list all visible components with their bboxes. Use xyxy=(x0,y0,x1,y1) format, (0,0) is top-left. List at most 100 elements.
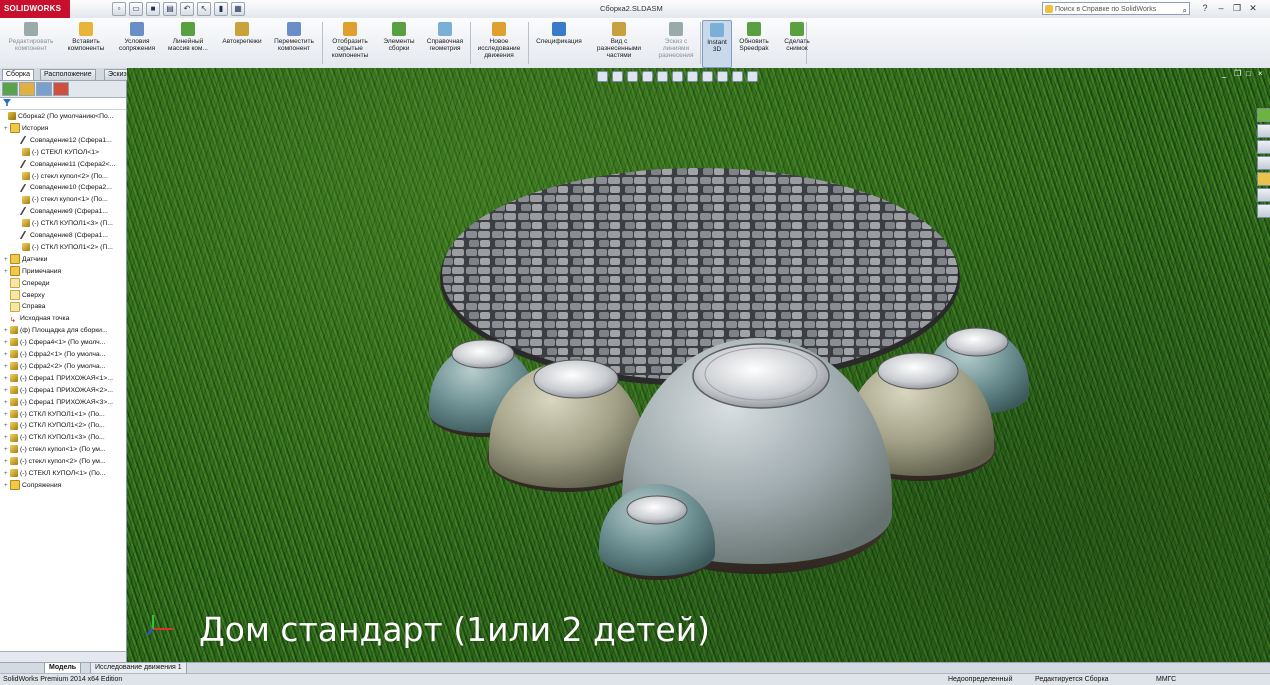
tree-item[interactable]: + (-) Сфера1 ПРИХОЖАЯ<2>... xyxy=(0,385,113,397)
apply-scene-icon[interactable] xyxy=(732,71,743,82)
new-document-icon[interactable]: ▫ xyxy=(112,2,126,16)
part-icon xyxy=(10,469,18,478)
help-icon[interactable]: ? xyxy=(1198,2,1212,15)
solidworks-logo[interactable]: SOLIDWORKS xyxy=(0,0,70,18)
solidworks-resources-icon[interactable] xyxy=(1257,108,1270,122)
status-units[interactable]: ММГС xyxy=(1156,674,1176,685)
view-orientation-icon[interactable] xyxy=(672,71,683,82)
command-button-14[interactable]: Обновить Speedpak xyxy=(734,20,774,66)
tree-filter[interactable] xyxy=(0,99,126,110)
tab-0[interactable]: Сборка xyxy=(2,69,34,80)
tree-item[interactable]: + (-) Сфра2<2> (По умолча... xyxy=(0,361,105,373)
command-button-1[interactable]: Вставить компоненты xyxy=(62,20,110,66)
tree-item[interactable]: Совпадение9 (Сфера1... xyxy=(0,206,108,218)
command-button-10[interactable]: Спецификация xyxy=(530,20,588,66)
tree-item[interactable]: + (-) СТКЛ КУПОЛ1<2> (По... xyxy=(0,420,105,432)
print-icon[interactable]: ▤ xyxy=(163,2,177,16)
help-search-input[interactable]: Поиск в Справке по SolidWorks ⌕ xyxy=(1042,2,1190,15)
command-label: Обновить Speedpak xyxy=(739,38,769,52)
assembly-model-render[interactable] xyxy=(127,68,1270,662)
command-button-2[interactable]: Условия сопряжения xyxy=(114,20,160,66)
viewport-maximize-icon[interactable]: □ xyxy=(1246,70,1254,78)
previous-view-icon[interactable] xyxy=(627,71,638,82)
tree-item[interactable]: Справа xyxy=(0,301,45,313)
tree-item[interactable]: + (-) стекл купол<1> (По ум... xyxy=(0,444,106,456)
viewport-restore-icon[interactable]: ❐ xyxy=(1234,70,1242,78)
appearances-scenes-icon[interactable] xyxy=(1257,172,1270,186)
file-explorer-icon[interactable] xyxy=(1257,140,1270,154)
tab-1[interactable]: Расположение xyxy=(40,69,96,80)
restore-icon[interactable]: ❐ xyxy=(1230,2,1244,15)
tree-item[interactable]: ↳ Исходная точка xyxy=(0,313,69,325)
tree-item[interactable]: Спереди xyxy=(0,277,50,290)
feature-tree-tab-icon[interactable] xyxy=(2,82,18,96)
search-icon[interactable]: ⌕ xyxy=(1183,4,1187,17)
dynamic-annotation-icon[interactable] xyxy=(657,71,668,82)
zoom-area-icon[interactable] xyxy=(612,71,623,82)
tree-item[interactable]: Совпадение11 (Сфера2<... xyxy=(0,159,115,171)
minimize-icon[interactable]: – xyxy=(1214,2,1228,15)
command-button-6[interactable]: Отобразить скрытые компоненты xyxy=(324,20,376,66)
command-button-12[interactable]: Эскиз с линиями разнесения xyxy=(652,20,700,66)
property-manager-tab-icon[interactable] xyxy=(19,82,35,96)
tree-item[interactable]: + (-) СТЕКЛ КУПОЛ<1> (По... xyxy=(0,468,105,480)
command-button-11[interactable]: Вид с разнесенными частями xyxy=(590,20,648,66)
command-button-5[interactable]: Переместить компонент xyxy=(268,20,320,66)
command-button-3[interactable]: Линейный массив ком... xyxy=(162,20,214,66)
command-button-15[interactable]: Сделать снимок xyxy=(776,20,818,66)
tree-item[interactable]: + Сопряжения xyxy=(0,480,61,492)
command-button-9[interactable]: Новое исследование движения xyxy=(472,20,526,66)
design-library-icon[interactable] xyxy=(1257,124,1270,138)
tree-item[interactable]: Совпадение8 (Сфера1... xyxy=(0,230,108,242)
configuration-tab-icon[interactable] xyxy=(36,82,52,96)
tree-item[interactable]: + (-) Сфера1 ПРИХОЖАЯ<1>... xyxy=(0,373,113,385)
tree-item[interactable]: + (-) Сфра2<1> (По умолча... xyxy=(0,349,105,361)
viewport-close-icon[interactable]: × xyxy=(1258,70,1266,78)
tree-item[interactable]: Сборка2 (По умолчанию<По... xyxy=(0,111,113,123)
filter-icon[interactable] xyxy=(3,99,11,106)
tree-item[interactable]: (-) стекл купол<1> (По... xyxy=(0,194,108,206)
view-palette-icon[interactable] xyxy=(1257,156,1270,170)
save-icon[interactable]: ■ xyxy=(146,2,160,16)
tree-item[interactable]: + (ф) Площадка для сборки... xyxy=(0,325,108,337)
tree-item[interactable]: Сверху xyxy=(0,289,45,302)
tree-item-label: Совпадение12 (Сфера1... xyxy=(30,136,112,144)
select-pointer-icon[interactable]: ↖ xyxy=(197,2,211,16)
display-style-icon[interactable] xyxy=(687,71,698,82)
display-manager-tab-icon[interactable] xyxy=(53,82,69,96)
tree-item[interactable]: (-) СТКЛ КУПОЛ1<3> (П... xyxy=(0,218,113,230)
command-button-13[interactable]: Instant 3D xyxy=(702,20,732,68)
status-constraint: Недоопределенный xyxy=(948,676,1013,683)
command-button-7[interactable]: Элементы сборки xyxy=(378,20,420,66)
solidworks-forum-icon[interactable] xyxy=(1257,204,1270,218)
tree-item[interactable]: + (-) СТКЛ КУПОЛ1<1> (По... xyxy=(0,409,105,421)
view-settings-icon[interactable] xyxy=(747,71,758,82)
command-button-0[interactable]: Редактировать компонент xyxy=(2,20,60,66)
tree-item[interactable]: + История xyxy=(0,123,48,135)
tree-item[interactable]: Совпадение10 (Сфера2... xyxy=(0,182,112,194)
tree-item[interactable]: + Примечания xyxy=(0,265,61,278)
edit-appearance-icon[interactable] xyxy=(717,71,728,82)
tree-item[interactable]: + (-) Сфера1 ПРИХОЖАЯ<3>... xyxy=(0,397,113,409)
tree-item[interactable]: + (-) Сфера4<1> (По умолч... xyxy=(0,337,105,349)
zoom-to-fit-icon[interactable] xyxy=(597,71,608,82)
rebuild-icon[interactable]: ▮ xyxy=(214,2,228,16)
hide-show-items-icon[interactable] xyxy=(702,71,713,82)
section-view-icon[interactable] xyxy=(642,71,653,82)
tree-item[interactable]: (-) стекл купол<2> (По... xyxy=(0,171,108,183)
viewport-minimize-icon[interactable]: _ xyxy=(1222,70,1230,78)
tree-item[interactable]: Совпадение12 (Сфера1... xyxy=(0,135,112,147)
close-icon[interactable]: ✕ xyxy=(1246,2,1260,15)
command-button-8[interactable]: Справочная геометрия xyxy=(422,20,468,66)
tree-item[interactable]: + Датчики xyxy=(0,254,47,266)
undo-icon[interactable]: ↶ xyxy=(180,2,194,16)
tree-item[interactable]: (-) СТЕКЛ КУПОЛ<1> xyxy=(0,147,99,159)
graphics-viewport[interactable]: _ ❐ □ × Дом стандарт (1или 2 детей) xyxy=(127,68,1270,662)
open-folder-icon[interactable]: ▭ xyxy=(129,2,143,16)
command-button-4[interactable]: Автокрепежи xyxy=(218,20,266,66)
tree-item[interactable]: (-) СТКЛ КУПОЛ1<2> (П... xyxy=(0,242,113,254)
custom-properties-icon[interactable] xyxy=(1257,188,1270,202)
tree-item[interactable]: + (-) стекл купол<2> (По ум... xyxy=(0,456,106,468)
tree-item[interactable]: + (-) СТКЛ КУПОЛ1<3> (По... xyxy=(0,432,105,444)
options-icon[interactable]: ▦ xyxy=(231,2,245,16)
